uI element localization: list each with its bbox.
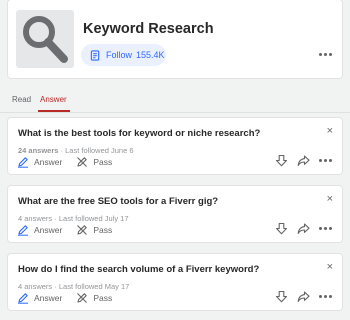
follow-label: Follow: [106, 50, 133, 60]
answer-count[interactable]: 4 answers: [18, 214, 52, 223]
question-title[interactable]: What are the free SEO tools for a Fiverr…: [18, 196, 308, 207]
close-icon[interactable]: ×: [327, 194, 333, 205]
downvote-icon[interactable]: [275, 154, 288, 167]
answer-count[interactable]: 4 answers: [18, 282, 52, 291]
question-actions: Answer Pass: [17, 156, 126, 168]
pass-label: Pass: [93, 293, 113, 303]
last-followed: Last followed May 17: [58, 282, 130, 291]
question-card: What are the free SEO tools for a Fiverr…: [8, 186, 342, 242]
meta-separator: ·: [54, 214, 57, 223]
topic-header: Keyword Research Follow 155.4K: [8, 0, 342, 78]
pass-label: Pass: [93, 225, 113, 235]
close-icon[interactable]: ×: [327, 126, 333, 137]
meta-separator: ·: [54, 282, 57, 291]
pencil-icon: [18, 157, 28, 168]
pencil-icon: [18, 225, 28, 236]
more-options-icon[interactable]: [319, 159, 332, 162]
follow-button[interactable]: Follow 155.4K: [81, 44, 166, 66]
magnifier-icon[interactable]: [16, 10, 74, 68]
more-options-icon[interactable]: [319, 295, 332, 298]
answer-label: Answer: [34, 157, 63, 167]
last-followed: Last followed June 6: [65, 146, 134, 155]
question-title[interactable]: What is the best tools for keyword or ni…: [18, 128, 308, 139]
pencil-icon: [18, 293, 28, 304]
pass-button[interactable]: Pass: [76, 156, 112, 168]
answer-button[interactable]: Answer: [17, 224, 62, 236]
topic-title: Keyword Research: [83, 21, 214, 37]
question-title[interactable]: How do I find the search volume of a Fiv…: [18, 264, 308, 275]
close-icon[interactable]: ×: [327, 262, 333, 273]
share-icon[interactable]: [297, 154, 310, 167]
question-meta: 24 answers · Last followed June 6: [18, 146, 134, 155]
question-card: What is the best tools for keyword or ni…: [8, 118, 342, 174]
pass-label: Pass: [93, 157, 113, 167]
pass-button[interactable]: Pass: [76, 224, 112, 236]
meta-separator: ·: [60, 146, 64, 155]
more-options-icon[interactable]: [319, 227, 332, 230]
active-tab-indicator: [38, 110, 70, 112]
follow-icon: [90, 49, 100, 61]
answer-label: Answer: [34, 293, 63, 303]
share-icon[interactable]: [297, 222, 310, 235]
downvote-icon[interactable]: [275, 222, 288, 235]
question-meta: 4 answers · Last followed May 17: [18, 282, 129, 291]
pass-button[interactable]: Pass: [76, 292, 112, 304]
question-tools: [275, 222, 332, 235]
follower-count: 155.4K: [136, 50, 165, 60]
question-tools: [275, 290, 332, 303]
tab-answer[interactable]: Answer: [40, 95, 67, 104]
pass-icon: [77, 157, 88, 167]
question-card: How do I find the search volume of a Fiv…: [8, 254, 342, 310]
answer-label: Answer: [34, 225, 63, 235]
question-meta: 4 answers · Last followed July 17: [18, 214, 129, 223]
last-followed: Last followed July 17: [58, 214, 129, 223]
share-icon[interactable]: [297, 290, 310, 303]
topic-tabs: Read Answer: [0, 88, 350, 113]
answer-count[interactable]: 24 answers: [18, 146, 58, 155]
answer-button[interactable]: Answer: [17, 292, 62, 304]
more-options-icon[interactable]: [319, 53, 332, 56]
answer-button[interactable]: Answer: [17, 156, 62, 168]
pass-icon: [77, 293, 88, 303]
tab-read[interactable]: Read: [12, 95, 31, 104]
pass-icon: [77, 225, 88, 235]
downvote-icon[interactable]: [275, 290, 288, 303]
question-actions: Answer Pass: [17, 292, 126, 304]
question-tools: [275, 154, 332, 167]
question-actions: Answer Pass: [17, 224, 126, 236]
